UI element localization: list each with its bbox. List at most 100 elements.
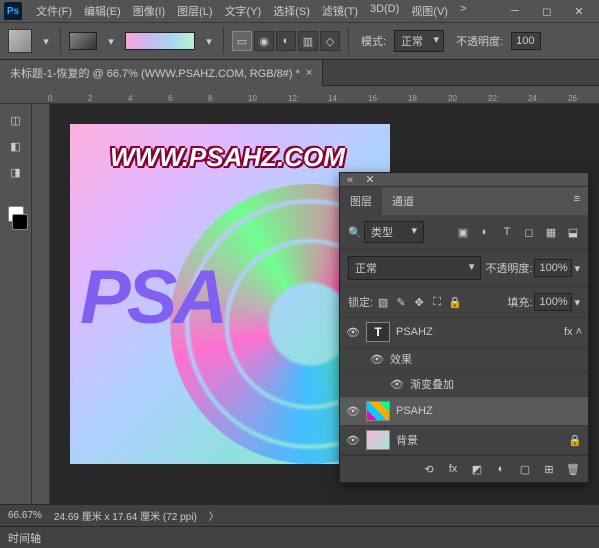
status-expand-icon[interactable]: 〉 — [209, 508, 219, 523]
visibility-icon[interactable]: 👁 — [390, 378, 404, 391]
tool-preset-dropdown[interactable]: ▾ — [40, 35, 52, 47]
chevron-down-icon[interactable]: ▾ — [105, 35, 117, 47]
layer-row[interactable]: 👁 PSAHZ — [340, 397, 588, 426]
gradient-picker-dropdown[interactable]: ▾ — [203, 35, 215, 47]
timeline-label: 时间轴 — [8, 530, 41, 546]
gradient-thumb-toggle[interactable] — [69, 32, 97, 50]
document-tab[interactable]: 未标题-1-恢复的 @ 66.7% (WWW.PSAHZ.COM, RGB/8#… — [0, 60, 323, 86]
close-button[interactable]: ✕ — [563, 1, 595, 21]
group-icon[interactable]: ▢ — [518, 462, 532, 476]
lock-position-icon[interactable]: ✥ — [413, 296, 425, 308]
layer-name[interactable]: PSAHZ — [396, 405, 433, 417]
layer-opacity-label: 不透明度: — [485, 260, 532, 276]
layer-row[interactable]: 👁 背景 🔒 — [340, 426, 588, 455]
lock-transparency-icon[interactable]: ▨ — [377, 296, 389, 308]
panel-menu-icon[interactable]: ≡ — [566, 187, 588, 215]
ruler-mark: 20 — [448, 94, 457, 103]
separator — [223, 28, 224, 54]
artwork-big-text: PSA — [80, 254, 224, 341]
menu-view[interactable]: 视图(V) — [405, 0, 454, 22]
fill-input[interactable]: 100% — [534, 293, 572, 311]
tab-channels[interactable]: 通道 — [382, 187, 424, 215]
separator — [60, 28, 61, 54]
filter-type-icon[interactable]: T — [500, 225, 514, 239]
fill-label: 填充: — [507, 294, 532, 310]
maximize-button[interactable]: ◻ — [531, 1, 563, 21]
filter-toggle[interactable]: ⬓ — [566, 225, 580, 239]
lock-artboard-icon[interactable]: ⛶ — [431, 296, 443, 308]
visibility-icon[interactable]: 👁 — [346, 434, 360, 447]
layer-blend-mode[interactable]: 正常▾ — [348, 256, 481, 280]
gradient-reflected[interactable]: ▥ — [298, 31, 318, 51]
fx-badge[interactable]: fx ˄ — [564, 326, 582, 338]
ruler-vertical — [32, 104, 50, 504]
separator — [348, 28, 349, 54]
layer-thumb — [366, 430, 390, 450]
layer-mask-icon[interactable]: ◩ — [470, 462, 484, 476]
tool-preset[interactable] — [8, 29, 32, 53]
layer-name[interactable]: 背景 — [396, 432, 418, 448]
blend-mode-select[interactable]: 正常 ▾ — [394, 30, 444, 52]
adjustment-layer-icon[interactable]: ◐ — [494, 462, 508, 476]
new-layer-icon[interactable]: ⊞ — [542, 462, 556, 476]
ruler-mark: 18 — [408, 94, 417, 103]
gradient-diamond[interactable]: ◇ — [320, 31, 340, 51]
delete-layer-icon[interactable]: 🗑 — [566, 462, 580, 476]
tool-slot[interactable]: ◫ — [4, 108, 28, 132]
lock-all-icon[interactable]: 🔒 — [449, 296, 461, 308]
menu-type[interactable]: 文字(Y) — [219, 0, 268, 22]
ruler-mark: 24 — [528, 94, 537, 103]
menu-select[interactable]: 选择(S) — [267, 0, 316, 22]
color-swatch-bg[interactable] — [12, 214, 28, 230]
layer-opacity-input[interactable]: 100% — [534, 259, 572, 277]
gradient-radial[interactable]: ◉ — [254, 31, 274, 51]
chevron-down-icon[interactable]: ▾ — [574, 296, 580, 309]
menu-image[interactable]: 图像(I) — [127, 0, 171, 22]
gradient-preview[interactable] — [125, 32, 195, 50]
visibility-icon[interactable]: 👁 — [346, 326, 360, 339]
minimize-button[interactable]: ─ — [499, 1, 531, 21]
lock-icon: 🔒 — [568, 434, 582, 447]
layer-name[interactable]: PSAHZ — [396, 326, 433, 338]
zoom-level[interactable]: 66.67% — [8, 510, 42, 521]
tool-slot[interactable]: ◨ — [4, 160, 28, 184]
layer-fx-row[interactable]: 👁 效果 — [340, 347, 588, 372]
fx-item-label: 渐变叠加 — [410, 376, 454, 392]
link-layers-icon[interactable]: ⟲ — [422, 462, 436, 476]
menu-filter[interactable]: 滤镜(T) — [316, 0, 364, 22]
menu-3d[interactable]: 3D(D) — [364, 0, 405, 22]
panel-close-icon[interactable]: ✕ — [360, 173, 380, 186]
layer-row[interactable]: 👁 T PSAHZ fx ˄ — [340, 318, 588, 347]
ruler-mark: 8 — [208, 94, 212, 103]
tab-layers[interactable]: 图层 — [340, 187, 382, 215]
layers-panel: « ✕ 图层 通道 ≡ 🔍 类型▾ ▣ ◐ T ◻ ▦ ⬓ 正常▾ 不透明度: … — [339, 172, 589, 483]
opacity-input[interactable]: 100 — [511, 32, 541, 50]
visibility-icon[interactable]: 👁 — [370, 353, 384, 366]
filter-shape-icon[interactable]: ◻ — [522, 225, 536, 239]
lock-pixels-icon[interactable]: ✎ — [395, 296, 407, 308]
layer-fx-item[interactable]: 👁 渐变叠加 — [340, 372, 588, 397]
filter-adjust-icon[interactable]: ◐ — [478, 225, 492, 239]
panel-collapse-icon[interactable]: « — [340, 174, 360, 186]
doc-dimensions[interactable]: 24.69 厘米 x 17.64 厘米 (72 ppi) — [54, 508, 197, 523]
ruler-mark: 0 — [48, 94, 52, 103]
gradient-linear[interactable]: ▭ — [232, 31, 252, 51]
ruler-mark: 2 — [88, 94, 92, 103]
menu-file[interactable]: 文件(F) — [30, 0, 78, 22]
tab-close-icon[interactable]: × — [306, 67, 312, 79]
menu-layer[interactable]: 图层(L) — [171, 0, 218, 22]
visibility-icon[interactable]: 👁 — [346, 405, 360, 418]
filter-smart-icon[interactable]: ▦ — [544, 225, 558, 239]
layer-fx-icon[interactable]: fx — [446, 462, 460, 476]
filter-pixel-icon[interactable]: ▣ — [456, 225, 470, 239]
gradient-angle[interactable]: ◐ — [276, 31, 296, 51]
options-bar: ▾ ▾ ▾ ▭ ◉ ◐ ▥ ◇ 模式: 正常 ▾ 不透明度: 100 — [0, 22, 599, 60]
chevron-down-icon[interactable]: ▾ — [574, 262, 580, 275]
layer-filter-kind[interactable]: 类型▾ — [364, 221, 424, 243]
ruler-mark: 22 — [488, 94, 497, 103]
menu-overflow[interactable]: > — [454, 0, 472, 22]
timeline-panel-tab[interactable]: 时间轴 — [0, 526, 599, 548]
tool-slot[interactable]: ◧ — [4, 134, 28, 158]
menu-edit[interactable]: 编辑(E) — [78, 0, 127, 22]
ruler-mark: 6 — [168, 94, 172, 103]
